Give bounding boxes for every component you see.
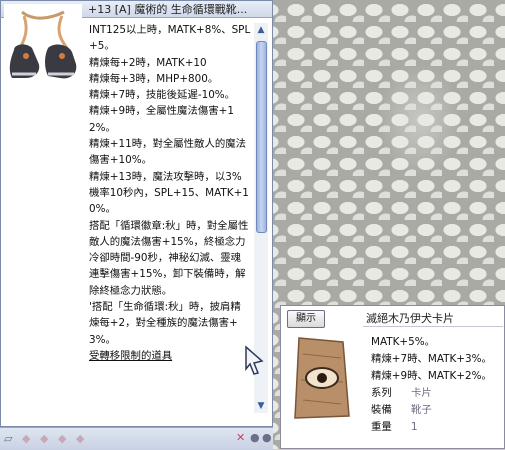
card-title: 滅絕木乃伊犬卡片 [366,312,454,325]
show-button[interactable]: 顯示 [287,310,325,328]
close-icon[interactable]: ✕ [236,431,245,444]
item-window-footer: ▱ ◆ ◆ ◆ ◆ ✕ ● ● [0,427,273,450]
transfer-restriction-link[interactable]: 受轉移限制的道具 [89,348,251,364]
desc-line: 精煉+7時，技能後延遲-10%。 [89,89,236,102]
empty-slot-icon: ◆ [58,432,67,445]
attribute-value: 1 [411,421,418,433]
empty-slot-icon: ◆ [22,432,31,445]
desc-line: 精煉+9時，全屬性魔法傷害+12%。 [89,105,234,134]
attribute-key: 重量 [371,421,392,433]
scrollbar-thumb[interactable] [256,41,267,233]
attribute-value: 卡片 [411,387,432,399]
effect-line: 精煉+7時、MATK+3%。 [371,353,492,365]
empty-slot-icon: ◆ [76,432,85,445]
item-info-window: +13 [A] 魔術的 生命循環戰靴... INT125以上時，MATK+8%、… [0,0,273,427]
desc-line: INT125以上時，MATK+8%、SPL+5。 [89,24,251,53]
desc-line: '搭配「生命循環:秋」時，披肩精煉每+2，對全種族的魔法傷害+3%。 [89,301,241,346]
lock-icon[interactable]: ● [250,431,260,444]
empty-slot-icon: ◆ [40,432,49,445]
boots-image [4,4,82,99]
attribute-row: 裝備 靴子 [371,402,492,419]
attribute-key: 系列 [371,387,392,399]
lock-icon[interactable]: ● [262,431,272,444]
cursor-icon [245,345,264,375]
scroll-up-icon[interactable]: ▲ [254,23,268,37]
card-info-window: 顯示 滅絕木乃伊犬卡片 MATK+5%。 精煉+7時、MATK+3%。 精煉+9… [280,305,505,449]
desc-line: 搭配「循環徽章:秋」時，對全屬性敵人的魔法傷害+15%，終極念力冷卻時間-90秒… [89,219,249,297]
card-image [285,330,359,424]
effect-line: 精煉+9時、MATK+2%。 [371,370,492,382]
effect-line: MATK+5%。 [371,336,436,348]
desc-line: 精煉+11時，對全屬性敵人的魔法傷害+10%。 [89,138,247,167]
card-description: MATK+5%。 精煉+7時、MATK+3%。 精煉+9時、MATK+2%。 系… [371,334,492,436]
item-description: INT125以上時，MATK+8%、SPL+5。 精煉每+2時，MATK+10 … [89,22,251,364]
attribute-row: 重量 1 [371,419,492,436]
desc-line: 精煉每+2時，MATK+10 [89,56,207,69]
attribute-key: 裝備 [371,404,392,416]
scroll-down-icon[interactable]: ▼ [254,399,268,413]
desc-line: 精煉每+3時，MHP+800。 [89,72,219,85]
desc-line: 精煉+13時，魔法攻擊時，以3%機率10秒內，SPL+15、MATK+10%。 [89,170,249,216]
attribute-row: 系列 卡片 [371,385,492,402]
attribute-value: 靴子 [411,404,432,416]
divider [363,326,503,327]
item-slot-icon: ▱ [4,432,13,445]
